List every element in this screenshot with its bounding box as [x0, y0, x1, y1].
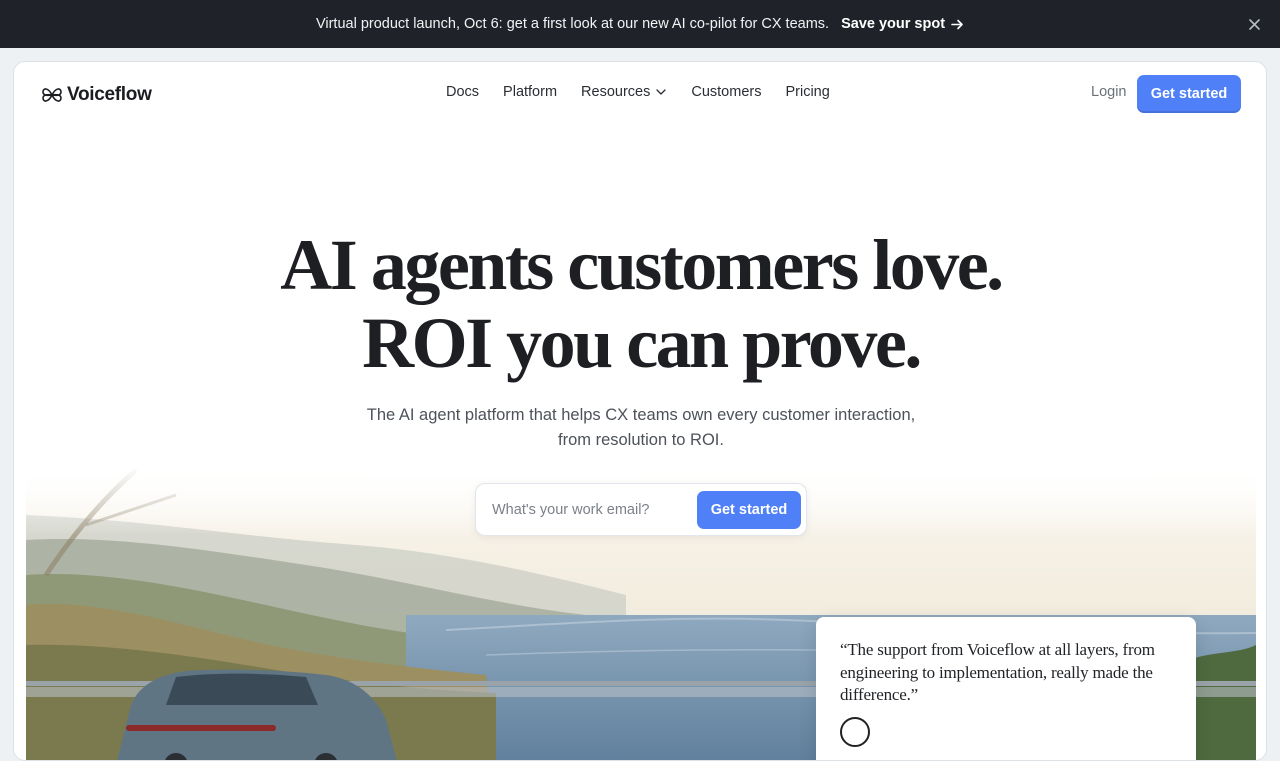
- get-started-form-button[interactable]: Get started: [697, 490, 801, 529]
- nav-item-pricing[interactable]: Pricing: [785, 84, 829, 100]
- work-email-input[interactable]: [492, 501, 697, 518]
- nav-item-resources[interactable]: Resources: [581, 84, 667, 100]
- hero-subhead-line2: from resolution to ROI.: [558, 431, 724, 449]
- nav-item-resources-label: Resources: [581, 84, 651, 100]
- save-spot-label: Save your spot: [841, 16, 946, 32]
- main-nav: Docs Platform Resources Customers Pricin…: [446, 84, 830, 100]
- announcement-bar: Virtual product launch, Oct 6: get a fir…: [0, 0, 1280, 48]
- hero-subhead: The AI agent platform that helps CX team…: [14, 403, 1266, 453]
- logo-wordmark: Voiceflow: [67, 84, 152, 105]
- get-started-nav-button[interactable]: Get started: [1137, 75, 1241, 113]
- testimonial-card: “The support from Voiceflow at all layer…: [816, 617, 1196, 760]
- voiceflow-logo-icon: [42, 88, 62, 102]
- login-link[interactable]: Login: [1091, 84, 1126, 100]
- hero-headline-line1: AI agents customers love.: [280, 225, 1004, 305]
- voiceflow-logo[interactable]: Voiceflow: [40, 84, 152, 106]
- nav-item-platform[interactable]: Platform: [503, 84, 557, 100]
- arrow-right-icon: [951, 19, 963, 29]
- chevron-down-icon: [656, 89, 667, 95]
- close-announcement-button[interactable]: [1244, 14, 1264, 34]
- testimonial-avatar: [840, 717, 870, 747]
- hero-headline-line2: ROI you can prove.: [362, 303, 922, 383]
- testimonial-quote: “The support from Voiceflow at all layer…: [840, 640, 1155, 704]
- save-spot-link[interactable]: Save your spot: [841, 16, 964, 32]
- close-icon: [1248, 18, 1260, 30]
- hero-subhead-line1: The AI agent platform that helps CX team…: [366, 406, 916, 424]
- page-card: Voiceflow Docs Platform Resources Custom…: [13, 61, 1267, 761]
- hero-headline: AI agents customers love. ROI you can pr…: [14, 225, 1266, 383]
- email-signup-form: Get started: [475, 483, 807, 536]
- announcement-message: Virtual product launch, Oct 6: get a fir…: [315, 16, 830, 32]
- nav-item-docs[interactable]: Docs: [446, 84, 479, 100]
- nav-item-customers[interactable]: Customers: [691, 84, 761, 100]
